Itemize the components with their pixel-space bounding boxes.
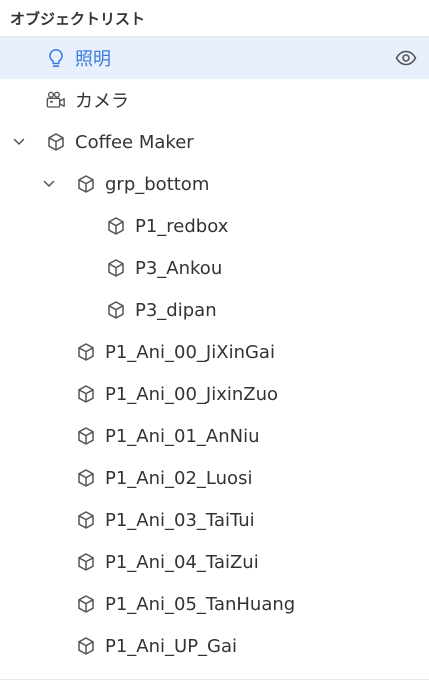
cube-icon [76,636,96,656]
tree-item[interactable]: 照明 [0,37,429,79]
tree-item[interactable]: P1_Ani_02_Luosi [0,457,429,499]
tree-item-label: P1_Ani_00_JiXinGai [105,341,275,363]
panel-title: オブジェクトリスト [10,9,146,28]
tree-item-label: P1_Ani_01_AnNiu [105,425,260,447]
tree-item-label: P3_Ankou [135,257,223,279]
tree-item-label: P1_Ani_00_JixinZuo [105,383,279,405]
tree-item-label: P3_dipan [135,299,217,321]
tree-item-label: P1_Ani_03_TaiTui [105,509,255,531]
cube-icon [106,258,126,278]
tree-item-label: P1_Ani_02_Luosi [105,467,253,489]
cube-icon [76,468,96,488]
tree-item[interactable]: P3_dipan [0,289,429,331]
cube-icon [76,174,96,194]
cube-icon [46,132,66,152]
tree-item-label: Coffee Maker [75,131,194,153]
cube-icon [76,384,96,404]
tree-item-label: P1_redbox [135,215,229,237]
cube-icon [106,300,126,320]
cube-icon [76,510,96,530]
tree-item-label: カメラ [75,91,129,112]
tree-item-label: grp_bottom [105,173,210,195]
chevron-down-icon[interactable] [42,177,56,191]
tree-item-label: 照明 [75,49,111,70]
tree-item[interactable]: P1_Ani_00_JiXinGai [0,331,429,373]
cube-icon [76,342,96,362]
tree-item[interactable]: P1_Ani_03_TaiTui [0,499,429,541]
tree-item[interactable]: P1_Ani_05_TanHuang [0,583,429,625]
tree-item[interactable]: カメラ [0,79,429,121]
cube-icon [106,216,126,236]
visibility-eye-icon[interactable] [395,47,417,69]
tree-item[interactable]: P1_Ani_01_AnNiu [0,415,429,457]
cube-icon [76,426,96,446]
object-tree: 照明 カメラ Coffee Maker grp_bottom P1_redbox… [0,37,429,667]
tree-item-label: P1_Ani_05_TanHuang [105,593,296,615]
lightbulb-icon [46,48,66,68]
tree-item[interactable]: P1_Ani_UP_Gai [0,625,429,667]
tree-item[interactable]: Coffee Maker [0,121,429,163]
cube-icon [76,594,96,614]
tree-item[interactable]: grp_bottom [0,163,429,205]
tree-item[interactable]: P1_Ani_04_TaiZui [0,541,429,583]
tree-item-label: P1_Ani_UP_Gai [105,635,238,657]
cube-icon [76,552,96,572]
tree-item-label: P1_Ani_04_TaiZui [105,551,259,573]
chevron-down-icon[interactable] [12,135,26,149]
tree-item[interactable]: P3_Ankou [0,247,429,289]
object-list-header: オブジェクトリスト [0,0,429,37]
tree-item[interactable]: P1_Ani_00_JixinZuo [0,373,429,415]
tree-item[interactable]: P1_redbox [0,205,429,247]
camera-icon [46,90,66,110]
